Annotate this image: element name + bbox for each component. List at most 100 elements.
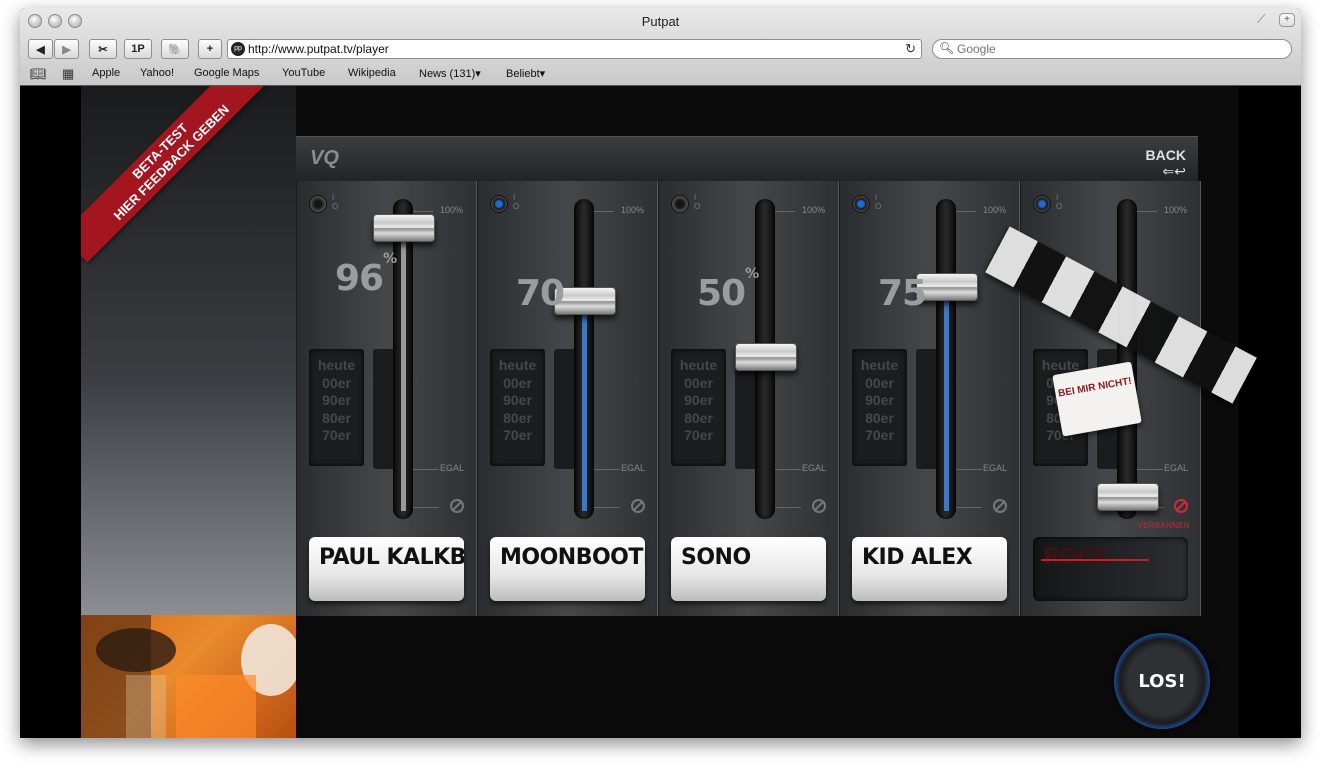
- egal-label: EGAL: [1163, 463, 1188, 473]
- bookmark-beliebt-menu[interactable]: Beliebt▾: [506, 67, 545, 80]
- decade-label[interactable]: 70er: [671, 427, 726, 445]
- decade-selector[interactable]: heute00er90er80er70er: [671, 349, 726, 466]
- onepassword-button[interactable]: 1P: [124, 39, 152, 59]
- title-bar: Putpat ⟋ +: [20, 8, 1301, 34]
- search-bar[interactable]: 🔍︎: [932, 39, 1292, 59]
- egal-label: EGAL: [620, 463, 645, 473]
- tick-line: [952, 507, 982, 508]
- los-button[interactable]: LOS!: [1114, 633, 1210, 729]
- ban-icon[interactable]: [631, 499, 645, 513]
- tick-line: [409, 507, 439, 508]
- los-label: LOS!: [1138, 670, 1186, 692]
- bookmark-google-maps[interactable]: Google Maps: [194, 67, 259, 79]
- decade-label[interactable]: 90er: [671, 392, 726, 410]
- power-toggle-icon[interactable]: [852, 195, 870, 213]
- ban-icon[interactable]: [1174, 499, 1188, 513]
- decade-label[interactable]: 80er: [309, 410, 364, 428]
- egal-label: EGAL: [801, 463, 826, 473]
- video-frame-image: [81, 615, 296, 738]
- decade-label[interactable]: heute: [852, 357, 907, 375]
- decade-label[interactable]: 00er: [490, 375, 545, 393]
- decade-label[interactable]: heute: [671, 357, 726, 375]
- slider-handle[interactable]: [735, 343, 797, 371]
- level-value: 75: [878, 273, 927, 314]
- bookmark-wikipedia[interactable]: Wikipedia: [348, 67, 396, 79]
- ban-icon[interactable]: [812, 499, 826, 513]
- artist-name-card[interactable]: KID ALEX: [852, 537, 1007, 601]
- forward-button[interactable]: ▶: [54, 39, 79, 59]
- tick-line: [590, 507, 620, 508]
- evernote-icon: 🐘: [168, 43, 182, 56]
- reload-icon[interactable]: ↻: [905, 41, 916, 57]
- decade-label[interactable]: 00er: [852, 375, 907, 393]
- decade-label[interactable]: 90er: [490, 392, 545, 410]
- artist-name-card[interactable]: MOONBOOTICA: [490, 537, 645, 601]
- bookmark-youtube[interactable]: YouTube: [282, 67, 325, 79]
- bookmark-apple[interactable]: Apple: [92, 67, 120, 79]
- web-page: BETA-TEST HIER FEEDBACK GEBEN VQ BACK ⇐↩…: [20, 86, 1301, 738]
- power-toggle-icon[interactable]: [309, 195, 327, 213]
- mixer-channel: I O 100% EGAL heute 00er 90er 80er 70er 70 MOONBOO…: [477, 181, 658, 616]
- beta-feedback-banner[interactable]: BETA-TEST HIER FEEDBACK GEBEN: [81, 86, 272, 263]
- power-toggle-icon[interactable]: [671, 195, 689, 213]
- decade-label[interactable]: 70er: [309, 427, 364, 445]
- scissors-icon: ✂: [98, 43, 108, 56]
- reading-list-icon[interactable]: 📖︎: [30, 66, 47, 82]
- artist-name-card[interactable]: PAUL KALKBR...: [309, 537, 464, 601]
- artist-name: MOONBOOTICA: [500, 545, 645, 570]
- decade-label[interactable]: 90er: [852, 392, 907, 410]
- decade-label[interactable]: 70er: [490, 427, 545, 445]
- tick-line: [771, 507, 801, 508]
- on-off-label: IO: [513, 193, 520, 211]
- decade-label[interactable]: 80er: [490, 410, 545, 428]
- max-label: 100%: [620, 205, 644, 215]
- decade-label[interactable]: 00er: [671, 375, 726, 393]
- top-sites-grid-icon[interactable]: ▦: [62, 66, 74, 82]
- max-label: 100%: [801, 205, 825, 215]
- back-return-icon[interactable]: ⇐↩: [1163, 163, 1186, 180]
- bookmark-news-menu[interactable]: News (131)▾: [419, 67, 481, 80]
- slider-handle[interactable]: [373, 214, 435, 243]
- snippet-button[interactable]: ✂: [89, 39, 117, 59]
- level-number: 75: [878, 273, 927, 314]
- max-label: 100%: [439, 205, 463, 215]
- tick-line: [590, 469, 620, 470]
- artist-name-card[interactable]: ROCK: [1033, 537, 1188, 601]
- decade-label[interactable]: heute: [309, 357, 364, 375]
- slider-handle[interactable]: [1097, 483, 1159, 511]
- decade-label[interactable]: 90er: [309, 392, 364, 410]
- add-bookmark-button[interactable]: +: [198, 39, 222, 59]
- decade-label[interactable]: heute: [490, 357, 545, 375]
- bookmark-yahoo[interactable]: Yahoo!: [140, 67, 174, 79]
- level-number: 70: [516, 273, 565, 314]
- decade-selector[interactable]: heute00er90er80er70er: [852, 349, 907, 466]
- evernote-button[interactable]: 🐘: [161, 39, 189, 59]
- decade-label[interactable]: 80er: [671, 410, 726, 428]
- address-bar[interactable]: pp http://www.putpat.tv/player ↻: [227, 39, 922, 59]
- toolbar-toggle-icon[interactable]: +: [1279, 13, 1295, 27]
- egal-label: EGAL: [982, 463, 1007, 473]
- back-link[interactable]: BACK: [1146, 147, 1186, 163]
- back-button[interactable]: ◀: [28, 39, 53, 59]
- percent-sign: %: [383, 251, 397, 268]
- artist-name-card[interactable]: SONO: [671, 537, 826, 601]
- resize-icon[interactable]: ⟋: [1257, 12, 1271, 26]
- level-number: 96: [335, 258, 384, 300]
- decade-label[interactable]: 70er: [852, 427, 907, 445]
- decade-label[interactable]: 00er: [309, 375, 364, 393]
- egal-label: EGAL: [439, 463, 464, 473]
- video-thumbnail[interactable]: [81, 615, 296, 738]
- decade-selector[interactable]: heute00er90er80er70er: [490, 349, 545, 466]
- search-input[interactable]: [957, 42, 1277, 56]
- power-toggle-icon[interactable]: [490, 195, 508, 213]
- ban-icon[interactable]: [993, 499, 1007, 513]
- mixer-channel: I O 100% EGAL heute 00er 90er 80er 70er 50% SONO: [658, 181, 839, 616]
- slider-slot[interactable]: [1117, 199, 1137, 519]
- decade-selector[interactable]: heute00er90er80er70er: [309, 349, 364, 466]
- ban-icon[interactable]: [450, 499, 464, 513]
- slider-fill: [582, 315, 587, 511]
- url-text[interactable]: http://www.putpat.tv/player: [248, 42, 389, 56]
- power-toggle-icon[interactable]: [1033, 195, 1051, 213]
- search-icon[interactable]: 🔍︎: [939, 41, 954, 55]
- decade-label[interactable]: 80er: [852, 410, 907, 428]
